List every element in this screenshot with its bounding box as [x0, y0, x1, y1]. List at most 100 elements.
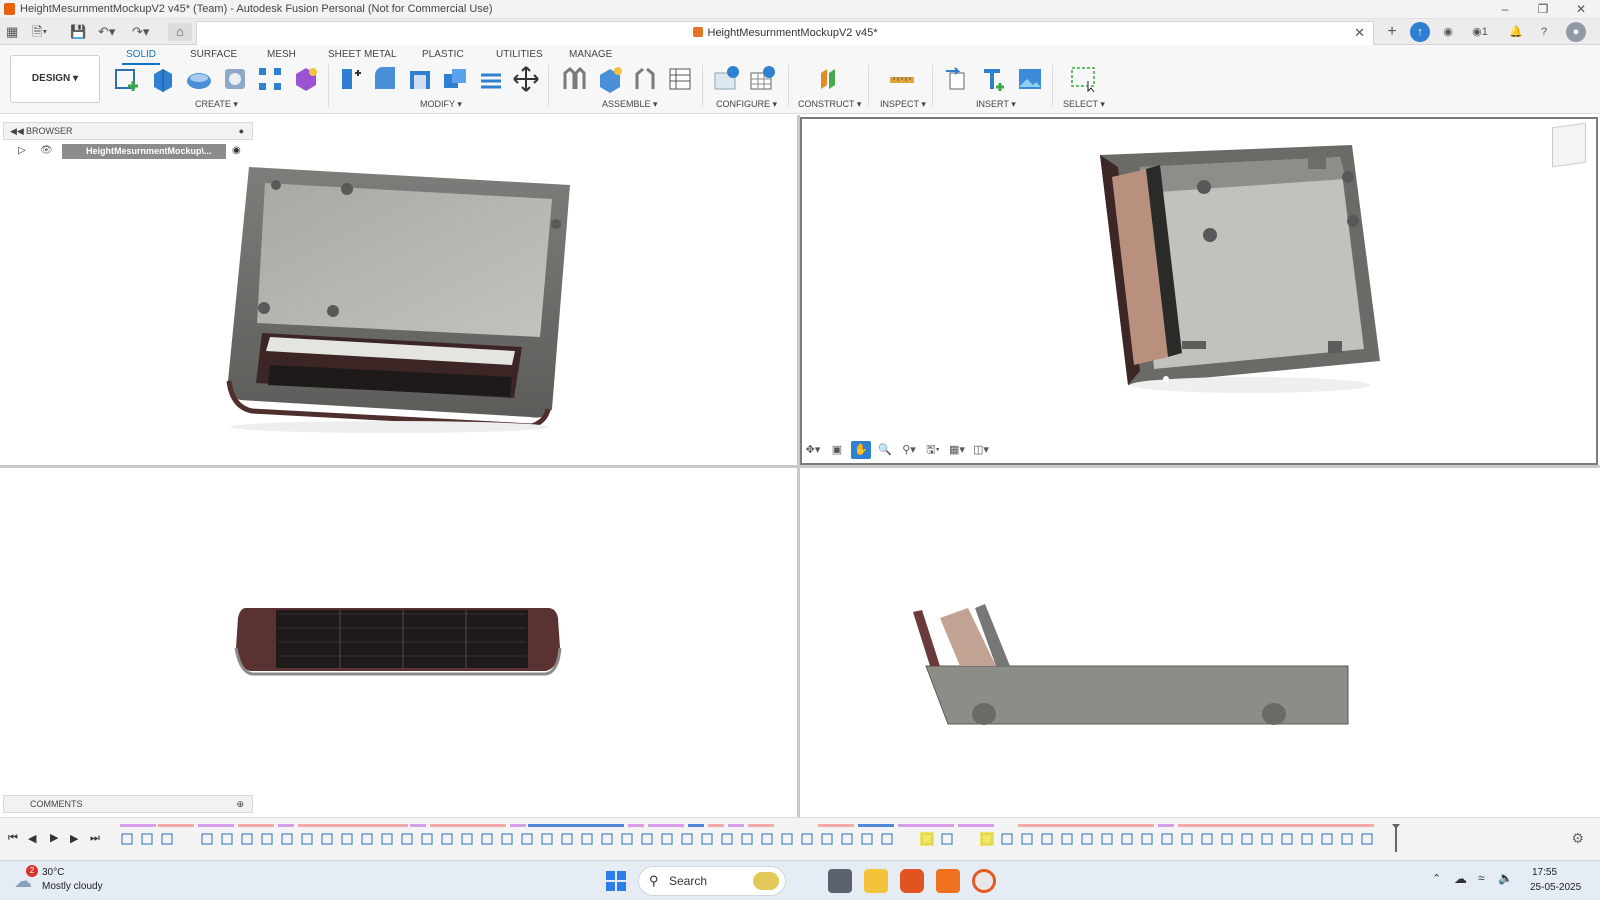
viewport-top-left[interactable]: [0, 115, 797, 465]
tab-sheet-metal[interactable]: SHEET METAL: [328, 49, 397, 60]
select-menu[interactable]: SELECT ▾: [1063, 99, 1105, 110]
chrome-icon[interactable]: [972, 869, 996, 893]
expand-arrow-icon[interactable]: ▷: [18, 145, 26, 156]
orbit-icon[interactable]: ✥▾: [803, 441, 823, 459]
restore-icon[interactable]: ❐: [1524, 0, 1562, 19]
create-menu[interactable]: CREATE ▾: [195, 99, 238, 110]
viewports-icon[interactable]: ◫▾: [971, 441, 991, 459]
visibility-eye-icon[interactable]: 👁: [40, 145, 53, 156]
grid-settings-icon[interactable]: ▦▾: [947, 441, 967, 459]
insert-canvas-icon[interactable]: [1016, 65, 1044, 93]
look-at-icon[interactable]: ▣: [827, 441, 847, 459]
insert-derive-icon[interactable]: [944, 65, 972, 93]
minimize-icon[interactable]: –: [1486, 0, 1524, 19]
display-settings-icon[interactable]: 🖫▾: [923, 441, 943, 459]
start-button[interactable]: [604, 869, 628, 893]
new-tab-icon[interactable]: +: [1382, 22, 1402, 42]
tab-utilities[interactable]: UTILITIES: [496, 49, 543, 60]
browser-root-item[interactable]: ▷ 👁 HeightMesurnmentMockup\... ◉: [14, 143, 250, 161]
timeline-prev-icon[interactable]: ◀: [28, 832, 36, 845]
activate-radio-icon[interactable]: ◉: [232, 145, 241, 156]
tab-manage[interactable]: MANAGE: [569, 49, 612, 60]
timeline-features[interactable]: [118, 824, 1418, 854]
inspect-menu[interactable]: INSPECT ▾: [880, 99, 926, 110]
timeline-start-icon[interactable]: ⏮: [8, 832, 18, 845]
weather-widget[interactable]: ☁ 2 30°C Mostly cloudy: [14, 865, 134, 897]
task-view-icon[interactable]: [828, 869, 852, 893]
timeline-next-icon[interactable]: ▶: [70, 832, 78, 845]
insert-menu[interactable]: INSERT ▾: [976, 99, 1016, 110]
insert-mcmaster-icon[interactable]: [980, 65, 1008, 93]
bill-of-materials-icon[interactable]: [666, 65, 694, 93]
redo-icon[interactable]: ↷▾: [132, 23, 149, 41]
online-status-icon[interactable]: ◉1: [1466, 22, 1494, 42]
offset-face-icon[interactable]: [477, 65, 505, 93]
home-icon[interactable]: ⌂: [168, 23, 192, 41]
tab-mesh[interactable]: MESH: [267, 49, 296, 60]
tab-surface[interactable]: SURFACE: [190, 49, 237, 60]
viewport-bottom-left[interactable]: [0, 468, 797, 817]
browser-panel-header[interactable]: ◀◀ BROWSER ●: [3, 122, 253, 140]
notifications-bell-icon[interactable]: 🔔: [1506, 22, 1526, 42]
as-built-joint-icon[interactable]: [631, 65, 659, 93]
fillet-icon[interactable]: [371, 65, 399, 93]
revolve-icon[interactable]: [185, 65, 213, 93]
onedrive-icon[interactable]: ☁: [1454, 871, 1467, 887]
clock-time[interactable]: 17:55: [1532, 867, 1557, 878]
job-status-icon[interactable]: ◉: [1438, 22, 1458, 42]
select-window-icon[interactable]: [1070, 65, 1098, 93]
timeline-play-icon[interactable]: ▶: [50, 831, 58, 844]
modify-menu[interactable]: MODIFY ▾: [420, 99, 462, 110]
close-tab-icon[interactable]: ✕: [1354, 22, 1365, 44]
new-component-icon[interactable]: [596, 65, 624, 93]
configuration-table-icon[interactable]: [748, 65, 776, 93]
brave-browser-icon[interactable]: [900, 869, 924, 893]
file-menu-icon[interactable]: 🗎▾: [32, 23, 47, 41]
combine-icon[interactable]: [441, 65, 469, 93]
fusion-taskbar-icon[interactable]: [936, 869, 960, 893]
workspace-switcher[interactable]: DESIGN ▾: [10, 55, 100, 103]
assemble-menu[interactable]: ASSEMBLE ▾: [602, 99, 658, 110]
configure-menu[interactable]: CONFIGURE ▾: [716, 99, 777, 110]
viewport-bottom-right[interactable]: [800, 468, 1600, 817]
move-icon[interactable]: [512, 65, 540, 93]
configure-design-icon[interactable]: [712, 65, 740, 93]
construct-menu[interactable]: CONSTRUCT ▾: [798, 99, 861, 110]
undo-icon[interactable]: ↶▾: [98, 23, 115, 41]
create-form-icon[interactable]: [292, 65, 320, 93]
clock-date[interactable]: 25-05-2025: [1530, 882, 1581, 893]
pattern-icon[interactable]: [256, 65, 284, 93]
hole-icon[interactable]: [221, 65, 249, 93]
close-icon[interactable]: ✕: [1562, 0, 1600, 19]
tab-solid[interactable]: SOLID: [121, 49, 161, 65]
help-icon[interactable]: ?: [1534, 22, 1554, 42]
user-avatar[interactable]: ●: [1566, 22, 1586, 42]
volume-icon[interactable]: 🔈: [1498, 871, 1513, 885]
taskbar-search[interactable]: ⚲ Search: [638, 866, 786, 896]
document-tab[interactable]: HeightMesurnmentMockupV2 v45* ✕: [196, 21, 1374, 45]
press-pull-icon[interactable]: [336, 65, 364, 93]
extrude-icon[interactable]: [149, 65, 177, 93]
file-explorer-icon[interactable]: [864, 869, 888, 893]
zoom-icon[interactable]: 🔍: [875, 441, 895, 459]
save-icon[interactable]: 💾: [70, 23, 86, 41]
shell-icon[interactable]: [406, 65, 434, 93]
viewport-divider-horizontal[interactable]: [0, 465, 1600, 468]
collapse-panel-icon[interactable]: ◀◀: [10, 123, 24, 139]
pan-icon[interactable]: ✋: [851, 441, 871, 459]
extensions-icon[interactable]: ↑: [1410, 22, 1430, 42]
timeline-end-icon[interactable]: ⏭: [90, 832, 100, 845]
tab-plastic[interactable]: PLASTIC: [422, 49, 464, 60]
fit-icon[interactable]: ⚲▾: [899, 441, 919, 459]
browser-options-icon[interactable]: ●: [239, 123, 244, 139]
measure-icon[interactable]: [888, 65, 916, 93]
wifi-icon[interactable]: ≈: [1478, 871, 1485, 885]
add-comment-icon[interactable]: ⊕: [236, 796, 244, 812]
apps-grid-icon[interactable]: ▦: [6, 23, 18, 41]
create-sketch-icon[interactable]: [113, 65, 141, 93]
tray-overflow-icon[interactable]: ⌃: [1432, 872, 1441, 885]
joint-icon[interactable]: [560, 65, 588, 93]
offset-plane-icon[interactable]: [815, 65, 843, 93]
timeline-settings-icon[interactable]: ⚙: [1571, 830, 1584, 847]
comments-panel-header[interactable]: COMMENTS ⊕: [3, 795, 253, 813]
